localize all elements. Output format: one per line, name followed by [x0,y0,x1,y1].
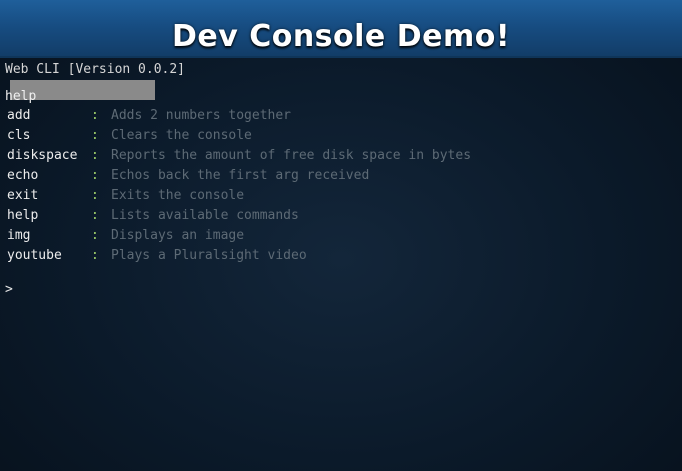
command-description: Reports the amount of free disk space in… [111,148,472,163]
command-description: Clears the console [111,128,252,143]
command-row-add: add: Adds 2 numbers together [7,107,471,127]
command-separator: : [91,188,99,203]
command-name: cls [7,128,31,143]
command-separator: : [91,108,99,123]
command-separator: : [91,228,99,243]
command-description: Plays a Pluralsight video [111,248,307,263]
command-name: youtube [7,248,62,263]
command-description: Echos back the first arg received [111,168,370,183]
command-name: diskspace [7,148,78,163]
prompt-symbol: > [5,282,13,297]
command-description: Displays an image [111,228,245,243]
page-header: Dev Console Demo! [0,0,682,58]
command-description: Adds 2 numbers together [111,108,292,123]
command-row-help: help: Lists available commands [7,207,471,227]
command-list: add: Adds 2 numbers together cls: Clears t… [7,107,471,267]
page-title: Dev Console Demo! [171,19,511,54]
command-separator: : [91,208,99,223]
version-line: Web CLI [Version 0.0.2] [5,62,186,77]
command-name: exit [7,188,39,203]
command-row-echo: echo: Echos back the first arg received [7,167,471,187]
command-name: echo [7,168,39,183]
command-input[interactable] [16,280,666,300]
command-name: img [7,228,31,243]
command-row-exit: exit: Exits the console [7,187,471,207]
command-separator: : [91,128,99,143]
command-separator: : [91,148,99,163]
command-description: Exits the console [111,188,245,203]
command-echo: help [5,89,37,104]
command-name: help [7,208,39,223]
command-separator: : [91,248,99,263]
console-panel[interactable]: Web CLI [Version 0.0.2] help add: Adds 2 … [0,58,682,471]
command-separator: : [91,168,99,183]
command-row-img: img: Displays an image [7,227,471,247]
command-row-diskspace: diskspace: Reports the amount of free dis… [7,147,471,167]
command-name: add [7,108,31,123]
command-description: Lists available commands [111,208,299,223]
command-row-cls: cls: Clears the console [7,127,471,147]
command-row-youtube: youtube: Plays a Pluralsight video [7,247,471,267]
